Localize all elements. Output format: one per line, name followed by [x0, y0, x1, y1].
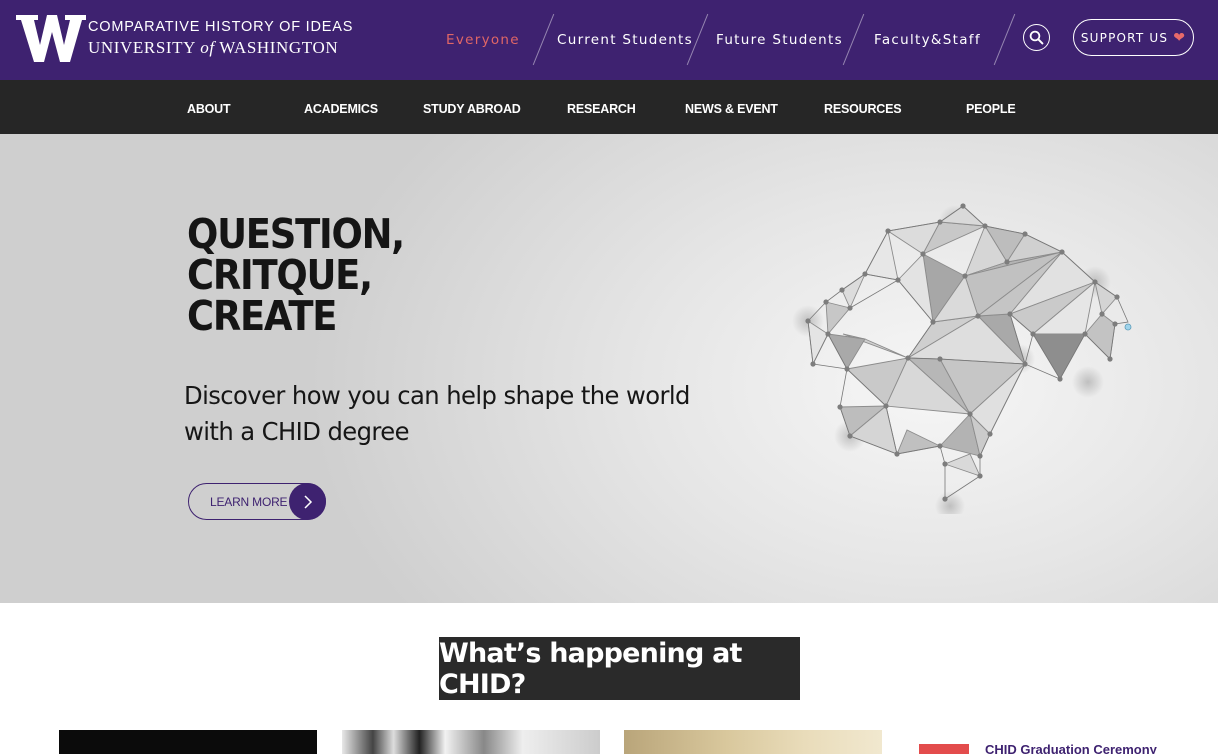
polygon-brain-illustration [792, 203, 1132, 514]
support-us-label: SUPPORT US [1080, 30, 1169, 45]
hero-banner: QUESTION, CRITQUE, CREATE Discover how y… [0, 134, 1218, 603]
news-card-image[interactable] [624, 730, 882, 754]
hero-headline: QUESTION, CRITQUE, CREATE [187, 214, 484, 337]
logo-university: UNIVERSITY of WASHINGTON [88, 39, 353, 56]
learn-more-label: LEARN MORE [210, 495, 288, 509]
main-navigation: ABOUT ACADEMICS STUDY ABROAD RESEARCH NE… [0, 80, 1218, 134]
logo-text: COMPARATIVE HISTORY OF IDEAS UNIVERSITY … [88, 20, 353, 57]
divider [993, 13, 1016, 66]
brain-facets [807, 205, 1118, 477]
brain-highlight-node [1124, 323, 1132, 331]
site-logo[interactable]: COMPARATIVE HISTORY OF IDEAS UNIVERSITY … [16, 12, 353, 64]
divider [532, 13, 555, 66]
news-card-image[interactable] [59, 730, 317, 754]
logo-university-of: of [200, 38, 215, 58]
nav-item-about[interactable]: ABOUT [187, 80, 231, 134]
support-us-button[interactable]: SUPPORT US ❤ [1073, 19, 1194, 56]
heart-icon: ❤ [1173, 29, 1187, 46]
hero-headline-line: QUESTION, [187, 210, 405, 258]
news-card-thumbnail[interactable] [919, 744, 969, 754]
nav-item-people[interactable]: PEOPLE [966, 80, 1016, 134]
audience-link-future-students[interactable]: Future Students [716, 0, 843, 80]
audience-link-current-students[interactable]: Current Students [557, 0, 693, 80]
hero-subtext: Discover how you can help shape the worl… [184, 381, 690, 446]
top-header: COMPARATIVE HISTORY OF IDEAS UNIVERSITY … [0, 0, 1218, 80]
chevron-right-icon [289, 483, 326, 520]
nav-item-study-abroad[interactable]: STUDY ABROAD [423, 80, 521, 134]
section-title: What’s happening at CHID? [439, 637, 800, 700]
divider [842, 13, 865, 66]
audience-link-everyone[interactable]: Everyone [446, 0, 520, 80]
search-button[interactable] [1023, 24, 1050, 51]
logo-university-post: WASHINGTON [214, 38, 339, 58]
news-card-title[interactable]: CHID Graduation Ceremony [985, 742, 1157, 754]
logo-university-pre: UNIVERSITY [88, 38, 201, 58]
learn-more-button[interactable]: LEARN MORE [188, 483, 326, 520]
search-icon [1029, 30, 1044, 45]
logo-department: COMPARATIVE HISTORY OF IDEAS [88, 18, 354, 35]
nav-item-resources[interactable]: RESOURCES [824, 80, 902, 134]
news-card-image[interactable] [342, 730, 600, 754]
nav-item-research[interactable]: RESEARCH [567, 80, 636, 134]
hero-headline-line: CRITQUE, [187, 251, 373, 299]
nav-item-news-event[interactable]: NEWS & EVENT [685, 80, 778, 134]
uw-w-logo-icon [16, 15, 86, 62]
nav-item-academics[interactable]: ACADEMICS [304, 80, 378, 134]
hero-headline-line: CREATE [187, 292, 337, 340]
audience-link-faculty-staff[interactable]: Faculty&Staff [874, 0, 981, 80]
